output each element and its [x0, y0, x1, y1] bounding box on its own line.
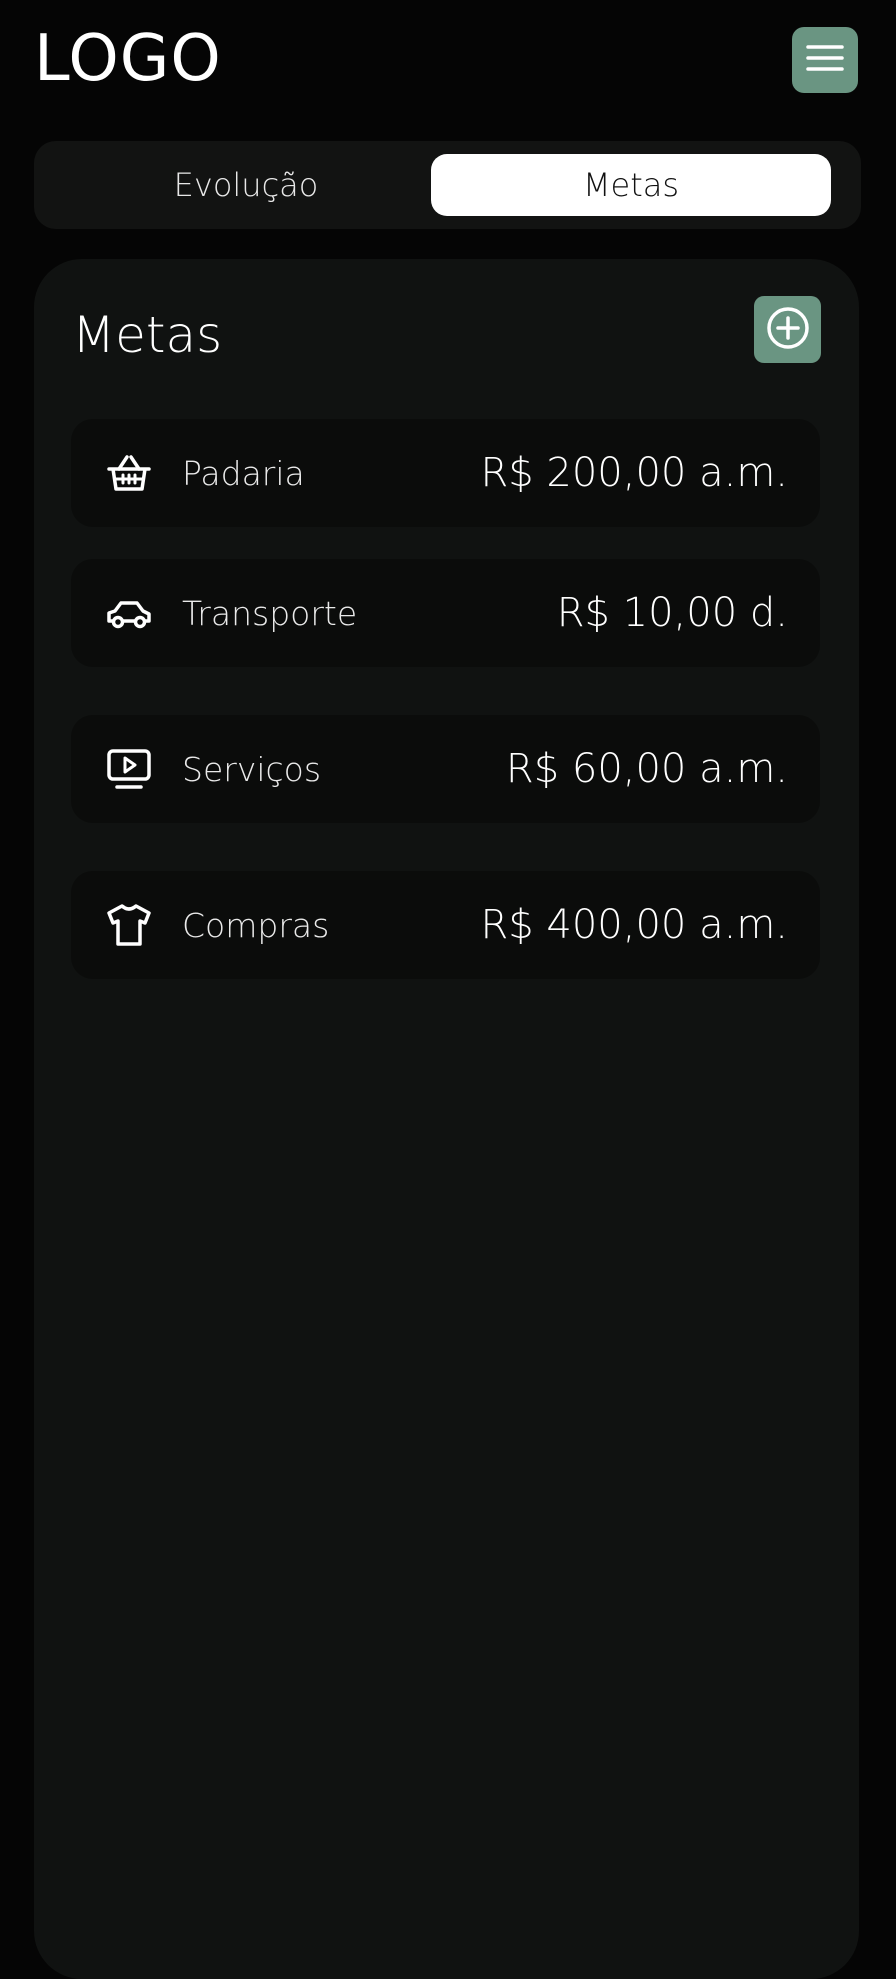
goals-panel: Metas Padaria R$ 200,00 a.m. Transporte … [34, 259, 859, 1979]
view-tabs: Evolução Metas [34, 141, 861, 229]
menu-button[interactable] [792, 27, 858, 93]
tshirt-icon [105, 901, 153, 949]
tab-evolucao[interactable]: Evolução [46, 154, 446, 216]
goal-item-padaria[interactable]: Padaria R$ 200,00 a.m. [71, 419, 820, 527]
basket-icon [105, 449, 153, 497]
goal-label: Serviços [182, 749, 322, 789]
top-bar: LOGO [0, 0, 896, 120]
hamburger-menu-icon [806, 43, 844, 77]
goal-value: R$ 60,00 a.m. [505, 746, 788, 792]
goal-label: Compras [182, 905, 330, 945]
goal-value: R$ 400,00 a.m. [480, 902, 788, 948]
tab-metas[interactable]: Metas [431, 154, 831, 216]
car-icon [105, 589, 153, 637]
tv-play-icon [105, 745, 153, 793]
goal-label: Padaria [182, 453, 305, 493]
goal-value: R$ 200,00 a.m. [480, 450, 788, 496]
goal-item-servicos[interactable]: Serviços R$ 60,00 a.m. [71, 715, 820, 823]
goal-item-compras[interactable]: Compras R$ 400,00 a.m. [71, 871, 820, 979]
goal-value: R$ 10,00 d. [556, 590, 788, 636]
add-goal-button[interactable] [754, 296, 821, 363]
goal-item-transporte[interactable]: Transporte R$ 10,00 d. [71, 559, 820, 667]
plus-circle-icon [764, 304, 812, 356]
logo[interactable]: LOGO [34, 20, 222, 98]
goal-label: Transporte [182, 593, 358, 633]
panel-title: Metas [72, 306, 223, 364]
